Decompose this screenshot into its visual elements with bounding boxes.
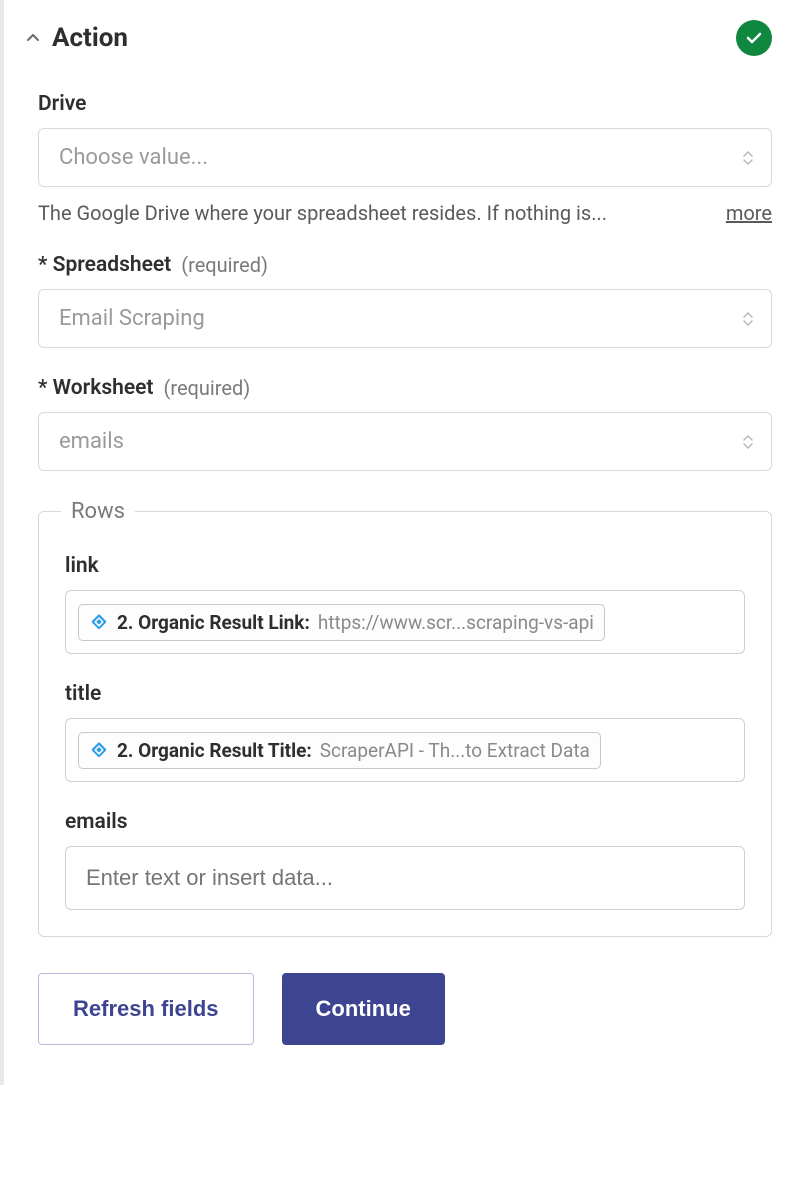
link-input[interactable]: 2. Organic Result Link: https://www.scr.… (65, 590, 745, 654)
asterisk: * Spreadsheet (38, 253, 171, 277)
more-link[interactable]: more (726, 201, 772, 225)
select-caret-icon (741, 310, 755, 328)
row-field-emails: emails (65, 810, 745, 910)
worksheet-select[interactable]: emails (38, 412, 772, 471)
spreadsheet-value: Email Scraping (59, 306, 205, 331)
worksheet-label-row: * Worksheet (required) (38, 376, 772, 400)
select-caret-icon (741, 433, 755, 451)
drive-helper-row: The Google Drive where your spreadsheet … (38, 201, 772, 225)
title-pill-value: ScraperAPI - Th...to Extract Data (320, 739, 590, 762)
title-label: title (65, 682, 745, 706)
link-label: link (65, 554, 745, 578)
link-pill-value: https://www.scr...scraping-vs-api (318, 611, 594, 634)
emails-label: emails (65, 810, 745, 834)
emails-input[interactable] (86, 865, 724, 891)
section-header: Action (20, 20, 772, 56)
worksheet-value: emails (59, 429, 124, 454)
field-drive: Drive Choose value... The Google Drive w… (38, 92, 772, 225)
chevron-up-icon (24, 29, 42, 47)
drive-label: Drive (38, 92, 772, 116)
row-field-link: link 2. Organic Result Link: https://www… (65, 554, 745, 654)
spreadsheet-select[interactable]: Email Scraping (38, 289, 772, 348)
rows-fieldset: Rows link 2. Organic Result Link: https:… (38, 499, 772, 937)
check-badge-icon (736, 20, 772, 56)
button-row: Refresh fields Continue (38, 973, 772, 1045)
row-field-title: title 2. Organic Result Title: ScraperAP… (65, 682, 745, 782)
scraperapi-icon (89, 740, 109, 760)
rows-legend: Rows (61, 499, 135, 524)
asterisk: * Worksheet (38, 376, 154, 400)
section-header-left[interactable]: Action (24, 23, 128, 53)
title-pill-label: 2. Organic Result Title: (117, 739, 312, 762)
required-tag: (required) (181, 253, 268, 277)
field-worksheet: * Worksheet (required) emails (38, 376, 772, 471)
drive-placeholder: Choose value... (59, 145, 208, 170)
scraperapi-icon (89, 612, 109, 632)
select-caret-icon (741, 149, 755, 167)
continue-button[interactable]: Continue (282, 973, 445, 1045)
drive-helper-text: The Google Drive where your spreadsheet … (38, 201, 607, 225)
required-tag: (required) (164, 376, 251, 400)
form-body: Drive Choose value... The Google Drive w… (20, 92, 772, 1045)
drive-select[interactable]: Choose value... (38, 128, 772, 187)
link-pill[interactable]: 2. Organic Result Link: https://www.scr.… (78, 604, 605, 641)
field-spreadsheet: * Spreadsheet (required) Email Scraping (38, 253, 772, 348)
refresh-fields-button[interactable]: Refresh fields (38, 973, 254, 1045)
link-pill-label: 2. Organic Result Link: (117, 611, 310, 634)
spreadsheet-label-row: * Spreadsheet (required) (38, 253, 772, 277)
section-title: Action (52, 23, 128, 53)
emails-input-box[interactable] (65, 846, 745, 910)
title-pill[interactable]: 2. Organic Result Title: ScraperAPI - Th… (78, 732, 601, 769)
title-input[interactable]: 2. Organic Result Title: ScraperAPI - Th… (65, 718, 745, 782)
